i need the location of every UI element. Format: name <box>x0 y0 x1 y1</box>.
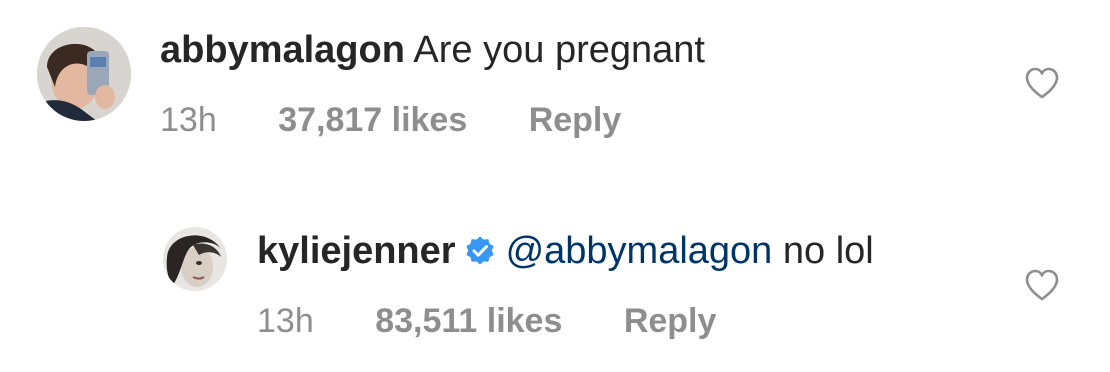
avatar[interactable] <box>163 227 227 291</box>
comment-text-line: kyliejenner @abbymalagon no lol <box>257 227 874 279</box>
comment-username[interactable]: kyliejenner <box>257 230 456 272</box>
profile-photo-portrait-icon <box>163 227 227 291</box>
reply-button[interactable]: Reply <box>624 299 717 343</box>
comment-likes-count[interactable]: 83,511 likes <box>375 299 562 343</box>
comment-timestamp[interactable]: 13h <box>257 299 314 343</box>
comment-body: Are you pregnant <box>413 29 705 71</box>
avatar[interactable] <box>37 27 131 121</box>
comment-meta: 13h 83,511 likes Reply <box>257 299 716 343</box>
comment-meta: 13h 37,817 likes Reply <box>160 98 621 142</box>
comment-text-line: abbymalagon Are you pregnant <box>160 26 705 74</box>
comment-body: no lol <box>782 230 874 272</box>
mention-link[interactable]: @abbymalagon <box>506 230 773 272</box>
reply-button[interactable]: Reply <box>529 98 622 142</box>
verified-badge-icon <box>464 231 496 279</box>
heart-outline-icon[interactable] <box>1024 66 1060 100</box>
comment-username[interactable]: abbymalagon <box>160 29 405 71</box>
comment-timestamp[interactable]: 13h <box>160 98 217 142</box>
profile-photo-selfie-icon <box>37 27 131 121</box>
heart-outline-icon[interactable] <box>1024 268 1060 302</box>
comment-likes-count[interactable]: 37,817 likes <box>278 98 467 142</box>
